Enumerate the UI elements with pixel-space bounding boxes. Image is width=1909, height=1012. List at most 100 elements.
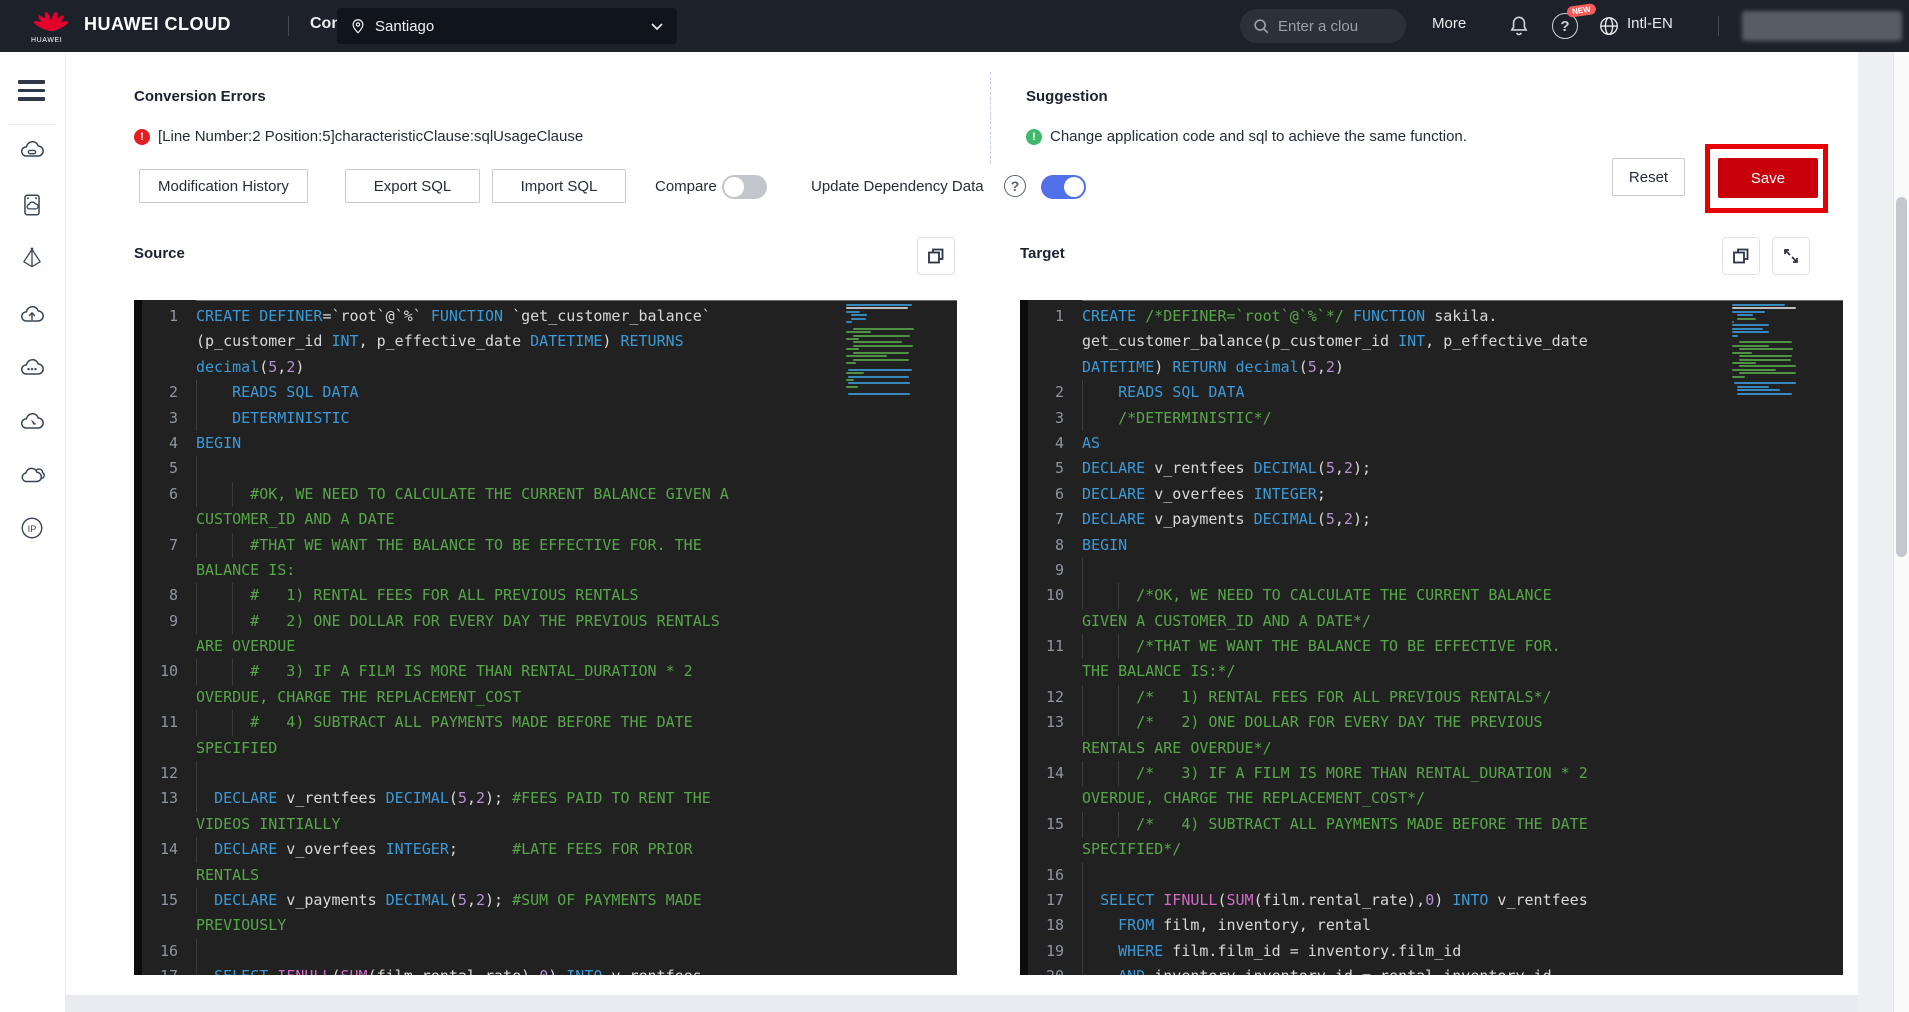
- minimap-line: [846, 348, 859, 350]
- line-number: 5: [142, 456, 190, 481]
- scrollbar-thumb[interactable]: [1896, 197, 1907, 557]
- minimap-line: [1732, 324, 1769, 326]
- code-token: 5: [268, 358, 277, 376]
- code-text: # 1) RENTAL FEES FOR ALL PREVIOUS RENTAL…: [190, 583, 957, 608]
- target-code-lines: 1CREATE /*DEFINER=`root`@`%`*/ FUNCTION …: [1028, 304, 1843, 975]
- code-row: 7DECLARE v_payments DECIMAL(5,2);: [1028, 507, 1843, 532]
- code-token: ARE OVERDUE: [196, 637, 295, 655]
- code-row: 6DECLARE v_overfees INTEGER;: [1028, 482, 1843, 507]
- code-token: get_customer_balance(p_customer_id: [1082, 332, 1398, 350]
- line-number: 2: [142, 380, 190, 405]
- code-token: 5: [458, 891, 467, 909]
- page-scrollbar[interactable]: [1893, 52, 1909, 1012]
- more-menu[interactable]: More: [1432, 15, 1466, 32]
- code-text: /*THAT WE WANT THE BALANCE TO BE EFFECTI…: [1076, 634, 1843, 659]
- source-copy-button[interactable]: [917, 237, 955, 275]
- code-token: IFNULL: [1163, 891, 1217, 909]
- code-token: INT: [1398, 332, 1425, 350]
- code-token: # 4) SUBTRACT ALL PAYMENTS MADE BEFORE T…: [196, 713, 693, 731]
- code-token: /* 1) RENTAL FEES FOR ALL PREVIOUS RENTA…: [1082, 688, 1552, 706]
- line-number: 7: [142, 533, 190, 558]
- code-token: [268, 967, 277, 975]
- indent-guide: [232, 710, 233, 735]
- chevron-down-icon: [649, 19, 665, 33]
- code-row: 10 /*OK, WE NEED TO CALCULATE THE CURREN…: [1028, 583, 1843, 608]
- export-sql-button[interactable]: Export SQL: [345, 169, 480, 203]
- hamburger-menu-icon[interactable]: [18, 80, 45, 101]
- code-token: (: [331, 967, 340, 975]
- code-token: /*OK, WE NEED TO CALCULATE THE CURRENT B…: [1082, 586, 1552, 604]
- modification-history-button[interactable]: Modification History: [139, 169, 308, 203]
- import-sql-button[interactable]: Import SQL: [492, 169, 626, 203]
- minimap-line: [853, 352, 909, 354]
- huawei-logo: [34, 8, 68, 34]
- code-row: SPECIFIED*/: [1028, 837, 1843, 862]
- save-button[interactable]: Save: [1718, 158, 1818, 198]
- code-row: get_customer_balance(p_customer_id INT, …: [1028, 329, 1843, 354]
- cloud-server-icon[interactable]: [19, 137, 45, 163]
- source-code-editor[interactable]: 1CREATE DEFINER=`root`@`%` FUNCTION `get…: [134, 300, 957, 975]
- code-token: [1082, 383, 1118, 401]
- code-text: #OK, WE NEED TO CALCULATE THE CURRENT BA…: [190, 482, 957, 507]
- editor-top-line: [1082, 300, 1843, 301]
- code-token: DECIMAL: [386, 891, 449, 909]
- code-token: `get_customer_balance`: [503, 307, 711, 325]
- indent-guide: [232, 659, 233, 684]
- code-token: 5: [1308, 358, 1317, 376]
- code-token: v_rentfees: [602, 967, 701, 975]
- update-dependency-label: Update Dependency Data: [811, 178, 984, 195]
- target-minimap[interactable]: [1732, 304, 1838, 396]
- cloud-upload-icon[interactable]: [19, 302, 45, 328]
- cloud-more-icon[interactable]: [19, 355, 45, 381]
- code-token: INT: [331, 332, 358, 350]
- code-row: SPECIFIED: [142, 736, 957, 761]
- code-text: RENTALS: [190, 863, 957, 888]
- line-number: 15: [142, 888, 190, 913]
- line-number: [142, 812, 190, 837]
- help-button[interactable]: ? NEW: [1552, 13, 1578, 39]
- update-dependency-toggle[interactable]: [1041, 175, 1086, 199]
- user-account-redacted[interactable]: [1742, 11, 1902, 41]
- code-row: 13 DECLARE v_rentfees DECIMAL(5,2); #FEE…: [142, 786, 957, 811]
- region-selector[interactable]: Santiago: [337, 8, 677, 44]
- cloud-pointer-icon[interactable]: [19, 409, 45, 435]
- header-search[interactable]: Enter a clou: [1240, 9, 1406, 43]
- code-token: 5: [458, 789, 467, 807]
- notification-bell-icon[interactable]: [1506, 13, 1532, 39]
- minimap-line: [846, 331, 871, 333]
- ip-icon[interactable]: IP: [19, 515, 45, 541]
- code-text: [1076, 863, 1843, 888]
- target-expand-button[interactable]: [1772, 237, 1810, 275]
- code-row: 17 SELECT IFNULL(SUM(film.rental_rate),0…: [142, 964, 957, 975]
- compare-toggle[interactable]: [722, 175, 767, 199]
- code-row: RENTALS: [142, 863, 957, 888]
- code-row: RENTALS ARE OVERDUE*/: [1028, 736, 1843, 761]
- prism-icon[interactable]: [19, 245, 45, 271]
- suggestion-title: Suggestion: [1026, 88, 1108, 105]
- code-text: GIVEN A CUSTOMER_ID AND A DATE*/: [1076, 609, 1843, 634]
- minimap-line: [1732, 335, 1738, 337]
- code-token: ,: [467, 891, 476, 909]
- target-code-editor[interactable]: 1CREATE /*DEFINER=`root`@`%`*/ FUNCTION …: [1020, 300, 1843, 975]
- target-copy-button[interactable]: [1722, 237, 1760, 275]
- line-number: 20: [1028, 964, 1076, 975]
- line-number: 8: [1028, 533, 1076, 558]
- column-divider: [990, 72, 991, 164]
- minimap-line: [846, 321, 852, 323]
- code-token: AND: [1118, 967, 1145, 975]
- code-token: RENTALS: [196, 866, 259, 884]
- clouds-icon[interactable]: [19, 462, 45, 488]
- minimap-line: [1739, 372, 1797, 374]
- indent-guide: [232, 482, 233, 507]
- update-help-icon[interactable]: ?: [1004, 175, 1026, 197]
- indent-guide: [196, 786, 197, 811]
- indent-guide: [1082, 685, 1083, 710]
- doc-cloud-icon[interactable]: [19, 192, 45, 218]
- code-text: BEGIN: [1076, 533, 1843, 558]
- code-token: );: [1353, 459, 1371, 477]
- source-minimap[interactable]: [846, 304, 952, 396]
- language-selector[interactable]: Intl-EN: [1627, 15, 1673, 32]
- reset-button[interactable]: Reset: [1612, 158, 1685, 196]
- code-row: 8 # 1) RENTAL FEES FOR ALL PREVIOUS RENT…: [142, 583, 957, 608]
- code-token: INTO: [566, 967, 602, 975]
